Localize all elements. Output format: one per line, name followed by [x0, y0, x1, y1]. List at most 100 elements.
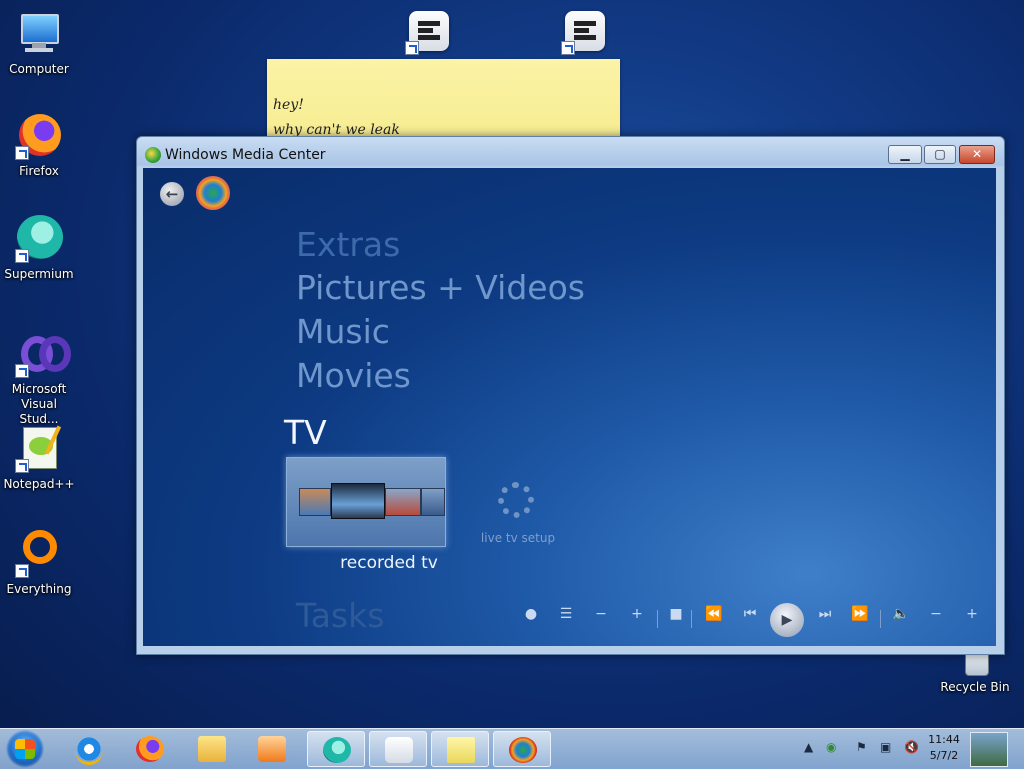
desktop-icon-visual-studio[interactable]: Microsoft Visual Stud... [0, 330, 78, 427]
firefox-icon [15, 112, 63, 160]
menu-item-tv[interactable]: TV [284, 413, 327, 452]
media-center-icon [509, 737, 537, 763]
transport-separator [691, 610, 692, 628]
start-button[interactable] [6, 730, 44, 768]
sticky-notes-shortcut-icon[interactable] [561, 11, 605, 55]
shortcut-arrow-icon [15, 249, 29, 263]
windows-logo-icon [15, 739, 35, 759]
notepadpp-icon [15, 425, 63, 473]
desktop-icon-computer[interactable]: Computer [0, 10, 78, 77]
back-button[interactable]: ← [160, 182, 184, 206]
network-status-icon[interactable]: ◉ [826, 740, 836, 754]
menu-item-pictures-videos[interactable]: Pictures + Videos [296, 268, 585, 307]
fast-forward-icon[interactable]: ⏩ [850, 606, 870, 622]
desktop-icon-everything[interactable]: Everything [0, 530, 78, 597]
desktop-icon-label: Microsoft Visual Stud... [11, 382, 67, 426]
minimize-icon: ▁ [900, 147, 910, 161]
menu-item-movies[interactable]: Movies [296, 356, 411, 395]
desktop-icon-label: Notepad++ [3, 477, 75, 491]
recorded-tv-label: recorded tv [340, 553, 438, 573]
computer-icon [15, 10, 63, 58]
close-icon: ✕ [971, 147, 983, 161]
channel-down-icon[interactable]: − [591, 606, 611, 622]
taskbar-button-sticky-notes-window[interactable] [431, 731, 489, 767]
stop-icon[interactable]: ■ [666, 606, 686, 622]
skip-forward-icon[interactable]: ⏭ [815, 606, 835, 622]
desktop-icon-firefox[interactable]: Firefox [0, 112, 78, 179]
sticky-note-line: hey! [273, 97, 304, 113]
desktop-icon-label: Computer [9, 62, 69, 76]
window-title: Windows Media Center [165, 147, 326, 163]
desktop-icon-label: Firefox [19, 164, 59, 178]
settings-gear-icon[interactable] [498, 482, 534, 518]
recorded-tv-thumbnail [421, 488, 445, 516]
menu-item-extras[interactable]: Extras [296, 225, 400, 264]
firefox-icon [136, 736, 164, 762]
volume-icon[interactable]: 🔈 [891, 606, 911, 622]
folder-icon [198, 736, 226, 762]
play-button[interactable]: ▶ [770, 603, 804, 637]
maximize-icon: ▢ [934, 147, 946, 161]
volume-down-icon[interactable]: − [926, 606, 946, 622]
media-center-window[interactable]: Windows Media Center ▁ ▢ ✕ ← Extras Pict… [136, 136, 1005, 655]
transport-separator [880, 610, 881, 628]
sticky-note-icon [447, 737, 475, 763]
media-center-app-icon [145, 147, 161, 163]
recorded-tv-thumbnail [299, 488, 331, 516]
desktop-icon-notepadpp[interactable]: Notepad++ [0, 425, 78, 492]
record-icon[interactable]: ● [521, 606, 541, 622]
shortcut-arrow-icon [15, 459, 29, 473]
minimize-button[interactable]: ▁ [888, 145, 922, 164]
sticky-notes-shortcut-icon[interactable] [405, 11, 449, 55]
action-center-flag-icon[interactable]: ⚑ [856, 740, 867, 754]
taskbar-button-media-player[interactable] [243, 731, 301, 767]
network-icon[interactable]: ▣ [880, 740, 891, 754]
supermium-icon [15, 215, 63, 263]
transport-separator [657, 610, 658, 628]
desktop-icon-label: Everything [6, 582, 72, 596]
back-arrow-icon: ← [165, 185, 179, 203]
clock-time: 11:44 [928, 733, 960, 746]
desktop-icon-supermium[interactable]: Supermium [0, 215, 78, 282]
show-desktop-button[interactable] [970, 732, 1008, 767]
taskbar-button-media-center[interactable] [493, 731, 551, 767]
show-hidden-icons-icon[interactable]: ▲ [804, 740, 813, 754]
guide-icon[interactable]: ☰ [556, 606, 576, 622]
recorded-tv-thumbnail [331, 483, 385, 519]
volume-up-icon[interactable]: + [962, 606, 982, 622]
channel-up-icon[interactable]: + [627, 606, 647, 622]
rewind-icon[interactable]: ⏪ [704, 606, 724, 622]
shortcut-arrow-icon [405, 41, 419, 55]
shortcut-arrow-icon [15, 364, 29, 378]
recorded-tv-thumbnail [385, 488, 421, 516]
menu-item-tasks[interactable]: Tasks [296, 596, 384, 635]
desktop-icon-label: Recycle Bin [940, 680, 1010, 694]
sticky-notes-app-icon [385, 737, 413, 763]
visual-studio-icon [15, 330, 71, 378]
skip-back-icon[interactable]: ⏮ [740, 606, 760, 622]
taskbar-button-firefox[interactable] [121, 731, 179, 767]
desktop-icon-label: Supermium [4, 267, 74, 281]
taskbar-button-internet-explorer[interactable] [60, 731, 118, 767]
taskbar: ▲ ◉ ⚑ ▣ 🔇 11:44 5/7/2 [0, 728, 1024, 769]
live-tv-setup-label[interactable]: live tv setup [473, 531, 563, 545]
media-center-start-button[interactable] [196, 176, 230, 210]
media-center-content: ← Extras Pictures + Videos Music Movies … [143, 168, 996, 646]
recycle-bin-icon [951, 652, 999, 676]
clock[interactable]: 11:44 5/7/2 [922, 732, 966, 764]
close-button[interactable]: ✕ [959, 145, 995, 164]
supermium-icon [323, 737, 351, 763]
volume-muted-icon[interactable]: 🔇 [904, 740, 919, 754]
menu-item-music[interactable]: Music [296, 312, 390, 351]
shortcut-arrow-icon [15, 564, 29, 578]
everything-icon [15, 530, 63, 578]
internet-explorer-icon [75, 736, 103, 765]
maximize-button[interactable]: ▢ [924, 145, 956, 164]
recorded-tv-tile[interactable] [286, 457, 446, 547]
shortcut-arrow-icon [15, 146, 29, 160]
desktop-icon-recycle-bin[interactable]: Recycle Bin [936, 652, 1014, 695]
taskbar-button-sticky-notes-app[interactable] [369, 731, 427, 767]
clock-date: 5/7/2 [929, 749, 959, 762]
taskbar-button-file-explorer[interactable] [183, 731, 241, 767]
taskbar-button-supermium[interactable] [307, 731, 365, 767]
